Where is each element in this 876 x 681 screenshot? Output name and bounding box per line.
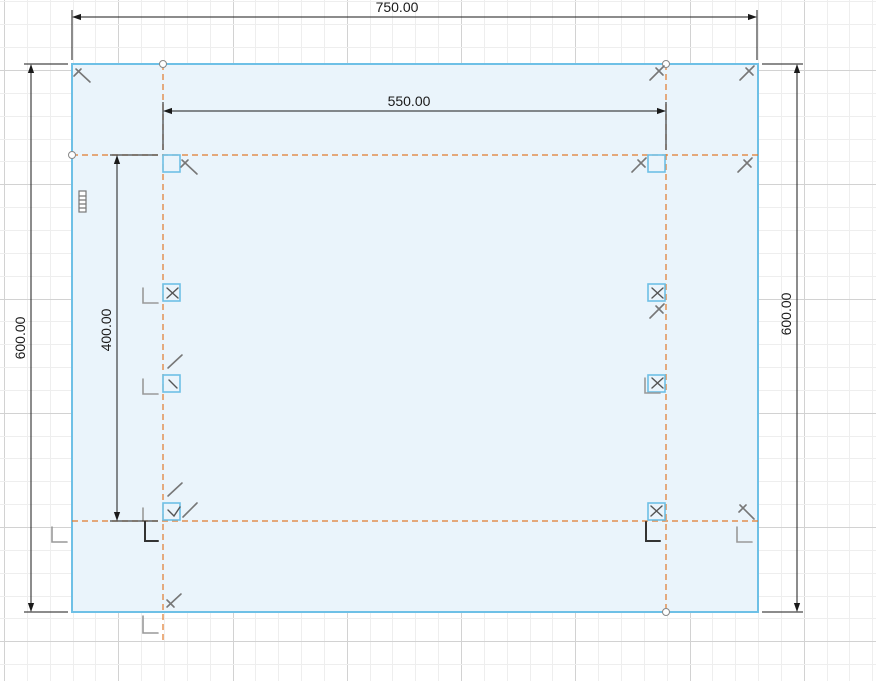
dimension-label-overall-width[interactable]: 750.00 xyxy=(376,0,419,15)
dimension-label-inner-width[interactable]: 550.00 xyxy=(388,93,431,109)
sketch-point xyxy=(159,60,167,68)
sketch-canvas[interactable]: 750.00 550.00 600.00 600.00 400.00 xyxy=(0,0,876,681)
equal-constraint-icon xyxy=(78,190,87,213)
sketch-point xyxy=(68,151,76,159)
sketch-point xyxy=(662,608,670,616)
outer-profile[interactable] xyxy=(72,64,758,612)
dimension-label-inner-height[interactable]: 400.00 xyxy=(98,308,114,351)
dimension-label-overall-height-left[interactable]: 600.00 xyxy=(12,316,28,359)
dimension-label-overall-height-right[interactable]: 600.00 xyxy=(778,292,794,335)
